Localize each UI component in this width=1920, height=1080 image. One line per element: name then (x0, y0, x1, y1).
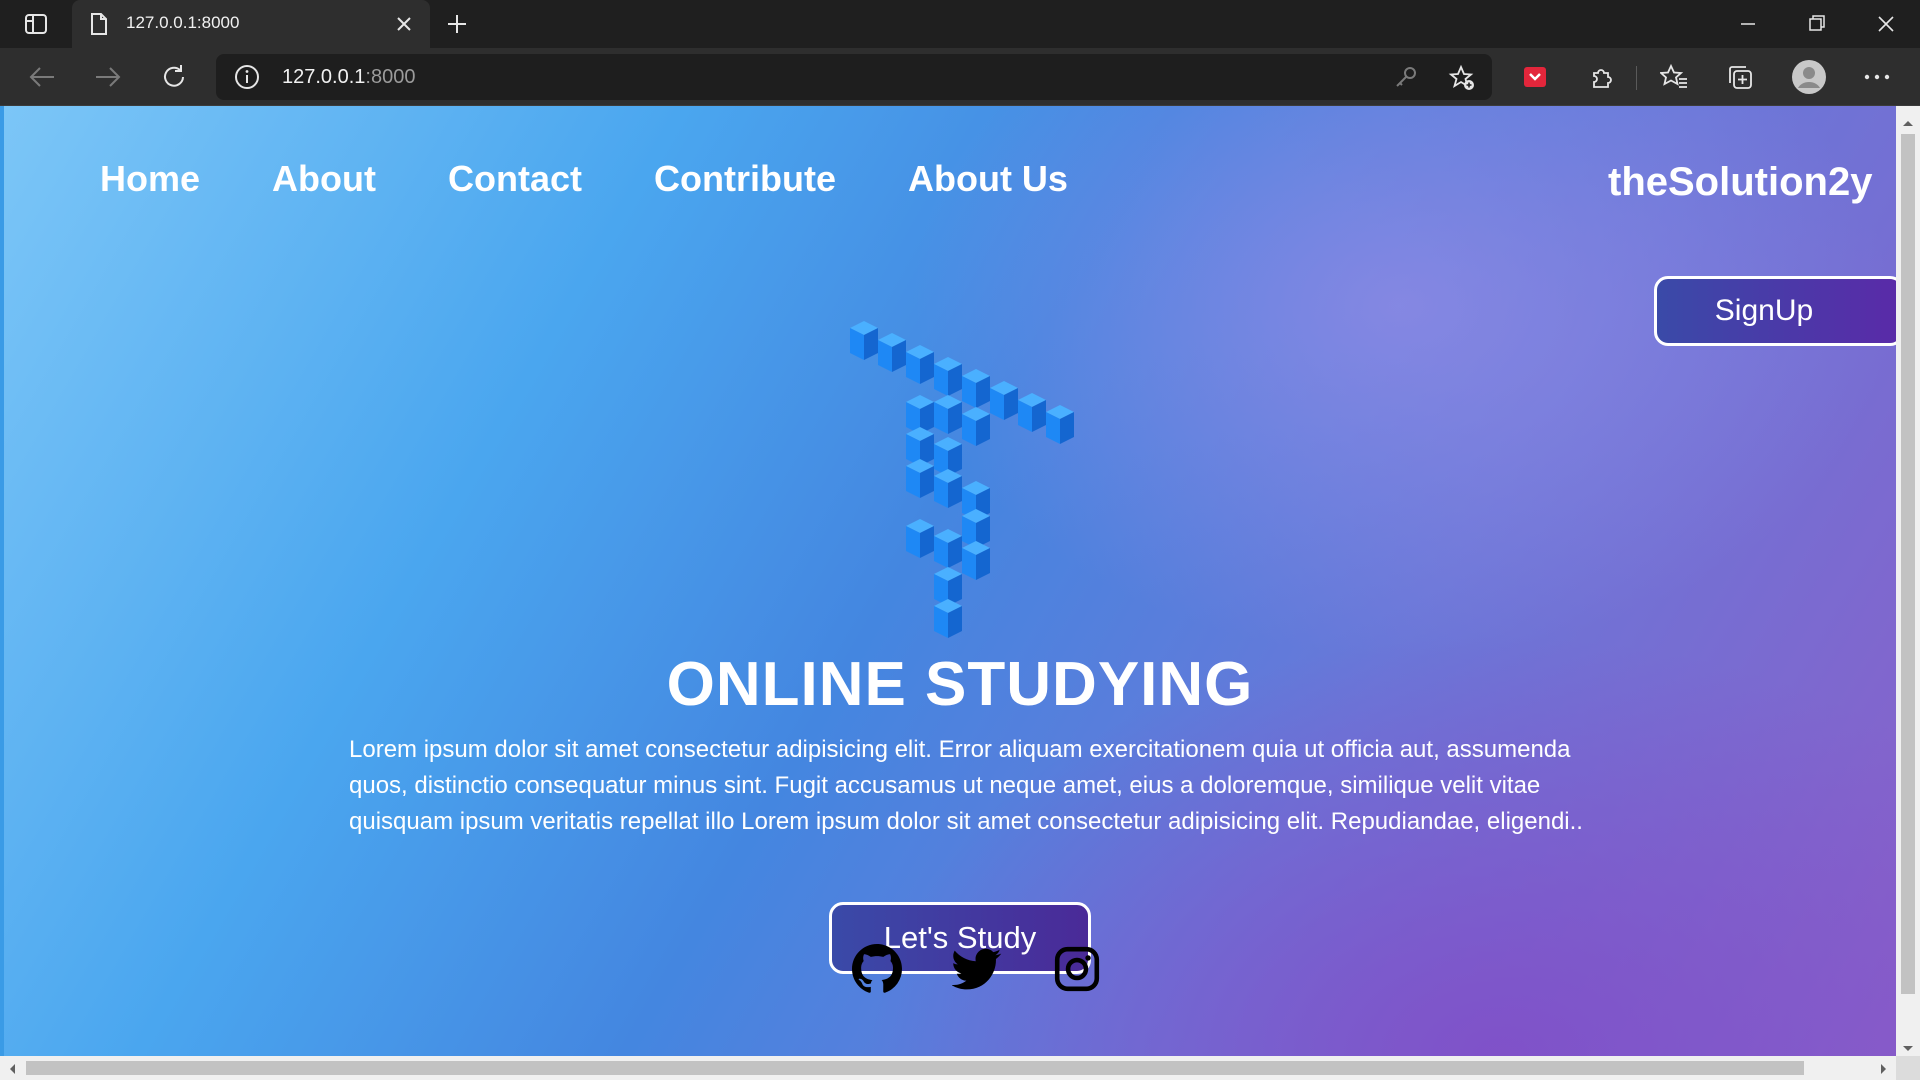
address-bar[interactable]: 127.0.0.1:8000 (216, 54, 1492, 100)
scroll-left-icon[interactable] (8, 1062, 16, 1080)
close-tab-icon[interactable] (392, 12, 416, 36)
minimize-icon[interactable] (1720, 6, 1776, 42)
signup-button[interactable]: SignUp (1654, 276, 1896, 346)
site-brand[interactable]: theSolution2y (1608, 160, 1872, 205)
back-icon[interactable] (22, 57, 62, 97)
page-viewport: Home About Contact Contribute About Us t… (0, 106, 1896, 1056)
vertical-scroll-thumb[interactable] (1901, 134, 1915, 994)
tab-actions-icon[interactable] (12, 8, 60, 40)
url-host: 127.0.0.1 (282, 66, 366, 88)
github-icon[interactable] (852, 944, 902, 994)
left-edge-line (0, 106, 4, 1056)
collections-icon[interactable] (1720, 57, 1760, 97)
horizontal-scroll-thumb[interactable] (26, 1061, 1804, 1075)
refresh-icon[interactable] (154, 57, 194, 97)
nav-home[interactable]: Home (100, 158, 200, 200)
browser-title-bar: 127.0.0.1:8000 (0, 0, 1920, 48)
nav-contact[interactable]: Contact (448, 158, 582, 200)
scrollbar-corner (1896, 1056, 1920, 1080)
close-window-icon[interactable] (1858, 6, 1914, 42)
vertical-scrollbar[interactable] (1896, 106, 1920, 1056)
url-port: :8000 (365, 66, 416, 88)
extensions-icon[interactable] (1582, 57, 1622, 97)
page-icon (88, 12, 110, 36)
toolbar-divider (1636, 66, 1637, 90)
scroll-up-icon[interactable] (1902, 114, 1914, 132)
tab-title: 127.0.0.1:8000 (126, 13, 240, 32)
nav-contribute[interactable]: Contribute (654, 158, 836, 200)
favorites-icon[interactable] (1654, 57, 1694, 97)
instagram-icon[interactable] (1052, 944, 1102, 994)
scroll-right-icon[interactable] (1880, 1062, 1888, 1080)
pocket-extension-icon[interactable] (1515, 57, 1555, 97)
profile-avatar-icon[interactable] (1789, 57, 1829, 97)
browser-toolbar: 127.0.0.1:8000 (0, 48, 1920, 106)
forward-icon[interactable] (88, 57, 128, 97)
new-tab-icon[interactable] (440, 10, 474, 38)
url-text: 127.0.0.1:8000 (282, 66, 415, 89)
browser-tab[interactable]: 127.0.0.1:8000 (72, 0, 430, 48)
hero-title: ONLINE STUDYING (666, 650, 1254, 719)
site-info-icon[interactable] (234, 64, 260, 95)
cube-logo-icon (846, 316, 1076, 646)
main-nav: Home About Contact Contribute About Us (100, 158, 1068, 200)
nav-about[interactable]: About (272, 158, 376, 200)
more-menu-icon[interactable] (1857, 57, 1897, 97)
restore-icon[interactable] (1788, 6, 1844, 42)
horizontal-scrollbar[interactable] (0, 1056, 1896, 1080)
twitter-icon[interactable] (951, 944, 1002, 994)
add-favorite-icon[interactable] (1448, 64, 1476, 97)
key-icon[interactable] (1394, 65, 1418, 94)
nav-about-us[interactable]: About Us (908, 158, 1068, 200)
hero-description: Lorem ipsum dolor sit amet consectetur a… (349, 736, 1583, 835)
